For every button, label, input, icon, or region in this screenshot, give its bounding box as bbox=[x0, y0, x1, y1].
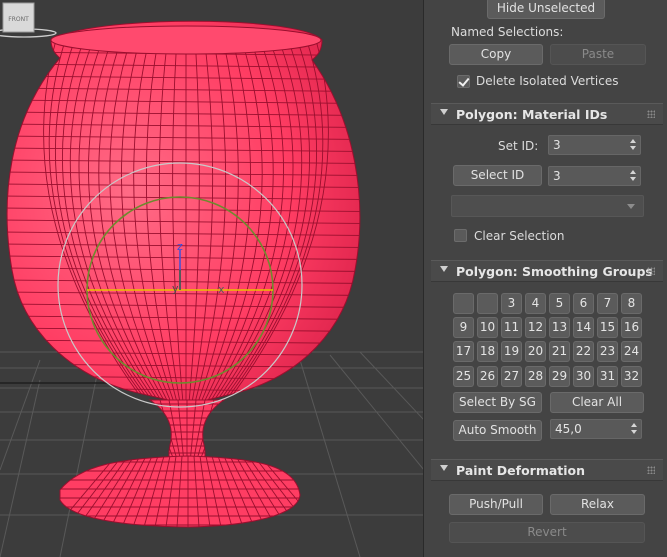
copy-button[interactable]: Copy bbox=[449, 44, 543, 65]
select-id-value: 3 bbox=[553, 169, 561, 183]
smoothing-group-button[interactable]: 10 bbox=[477, 317, 498, 338]
smoothing-group-button[interactable]: 31 bbox=[597, 366, 618, 387]
smoothing-group-button[interactable]: 11 bbox=[501, 317, 522, 338]
drag-grip-icon[interactable] bbox=[647, 267, 655, 275]
smoothing-group-button[interactable]: 20 bbox=[525, 341, 546, 362]
gizmo-y-label: y bbox=[172, 282, 179, 295]
smoothing-group-button[interactable]: 21 bbox=[549, 341, 570, 362]
smoothing-group-button[interactable] bbox=[453, 293, 474, 314]
smoothing-group-button[interactable]: 32 bbox=[621, 366, 642, 387]
smoothing-group-button[interactable]: 12 bbox=[525, 317, 546, 338]
smoothing-group-button[interactable]: 29 bbox=[549, 366, 570, 387]
spinner-arrows-icon[interactable] bbox=[631, 422, 637, 436]
smoothing-group-button[interactable] bbox=[477, 293, 498, 314]
revert-button[interactable]: Revert bbox=[449, 522, 645, 543]
smoothing-group-button[interactable]: 30 bbox=[573, 366, 594, 387]
set-id-label: Set ID: bbox=[498, 139, 539, 153]
named-selections-label: Named Selections: bbox=[451, 25, 564, 39]
smoothing-groups-rollout-header[interactable]: Polygon: Smoothing Groups bbox=[431, 260, 663, 282]
smoothing-groups-title: Polygon: Smoothing Groups bbox=[456, 264, 653, 279]
chevron-down-icon bbox=[627, 204, 635, 209]
viewcube-face-label: FRONT bbox=[8, 16, 29, 23]
auto-smooth-button[interactable]: Auto Smooth bbox=[453, 420, 542, 441]
paint-deformation-title: Paint Deformation bbox=[456, 463, 586, 478]
material-ids-title: Polygon: Material IDs bbox=[456, 107, 608, 122]
smoothing-group-button[interactable]: 6 bbox=[573, 293, 594, 314]
paint-deformation-rollout: Paint Deformation Push/Pull Relax Revert bbox=[431, 459, 663, 557]
command-panel: Hide Unselected Named Selections: Copy P… bbox=[428, 0, 667, 557]
smoothing-group-button[interactable]: 28 bbox=[525, 366, 546, 387]
hide-unselected-button[interactable]: Hide Unselected bbox=[487, 0, 605, 19]
relax-button[interactable]: Relax bbox=[550, 494, 645, 515]
smoothing-groups-rollout: Polygon: Smoothing Groups 3 4 5 6 7 8 9 10 11 12 1… bbox=[431, 260, 663, 450]
set-id-spinner[interactable]: 3 bbox=[548, 135, 641, 155]
collapse-triangle-icon bbox=[440, 465, 448, 471]
material-name-dropdown[interactable] bbox=[451, 195, 644, 217]
smoothing-group-button[interactable]: 24 bbox=[621, 341, 642, 362]
smoothing-group-button[interactable]: 19 bbox=[501, 341, 522, 362]
smoothing-group-button[interactable]: 15 bbox=[597, 317, 618, 338]
gizmo-x-label: x bbox=[218, 283, 225, 296]
perspective-viewport[interactable]: z y x FRONT bbox=[0, 0, 424, 557]
glass-rim bbox=[50, 25, 322, 55]
auto-smooth-threshold-spinner[interactable]: 45,0 bbox=[550, 419, 642, 439]
paste-button[interactable]: Paste bbox=[550, 44, 646, 65]
spinner-arrows-icon[interactable] bbox=[630, 138, 636, 152]
smoothing-group-button[interactable]: 16 bbox=[621, 317, 642, 338]
smoothing-group-button[interactable]: 8 bbox=[621, 293, 642, 314]
drag-grip-icon[interactable] bbox=[647, 110, 655, 118]
collapse-triangle-icon bbox=[440, 109, 448, 115]
spinner-arrows-icon[interactable] bbox=[630, 169, 636, 183]
smoothing-group-button[interactable]: 25 bbox=[453, 366, 474, 387]
clear-selection-checkbox[interactable] bbox=[454, 229, 467, 242]
smoothing-group-button[interactable]: 22 bbox=[573, 341, 594, 362]
clear-selection-label: Clear Selection bbox=[474, 229, 565, 243]
smoothing-group-button[interactable]: 17 bbox=[453, 341, 474, 362]
smoothing-group-button[interactable]: 9 bbox=[453, 317, 474, 338]
material-ids-rollout-header[interactable]: Polygon: Material IDs bbox=[431, 103, 663, 125]
smoothing-group-button[interactable]: 26 bbox=[477, 366, 498, 387]
drag-grip-icon[interactable] bbox=[647, 466, 655, 474]
viewcube[interactable]: FRONT bbox=[0, 0, 60, 40]
clear-all-button[interactable]: Clear All bbox=[550, 392, 644, 413]
viewport-canvas[interactable]: z y x bbox=[0, 0, 424, 557]
paint-deformation-rollout-header[interactable]: Paint Deformation bbox=[431, 459, 663, 481]
smoothing-group-button[interactable]: 7 bbox=[597, 293, 618, 314]
smoothing-group-button[interactable]: 18 bbox=[477, 341, 498, 362]
smoothing-group-button[interactable]: 4 bbox=[525, 293, 546, 314]
smoothing-group-button[interactable]: 14 bbox=[573, 317, 594, 338]
select-id-button[interactable]: Select ID bbox=[453, 165, 542, 186]
delete-isolated-vertices-checkbox[interactable] bbox=[457, 75, 470, 88]
smoothing-group-button[interactable]: 23 bbox=[597, 341, 618, 362]
smoothing-group-button[interactable]: 27 bbox=[501, 366, 522, 387]
delete-isolated-vertices-label: Delete Isolated Vertices bbox=[476, 74, 619, 88]
auto-smooth-value: 45,0 bbox=[555, 422, 582, 436]
set-id-value: 3 bbox=[553, 138, 561, 152]
push-pull-button[interactable]: Push/Pull bbox=[449, 494, 543, 515]
gizmo-z-label: z bbox=[177, 240, 183, 253]
select-id-spinner[interactable]: 3 bbox=[548, 166, 641, 186]
smoothing-group-button[interactable]: 5 bbox=[549, 293, 570, 314]
smoothing-group-button[interactable]: 13 bbox=[549, 317, 570, 338]
smoothing-group-button[interactable]: 3 bbox=[501, 293, 522, 314]
select-by-sg-button[interactable]: Select By SG bbox=[453, 392, 542, 413]
collapse-triangle-icon bbox=[440, 266, 448, 272]
material-ids-rollout: Polygon: Material IDs Set ID: 3 Select I… bbox=[431, 103, 663, 255]
